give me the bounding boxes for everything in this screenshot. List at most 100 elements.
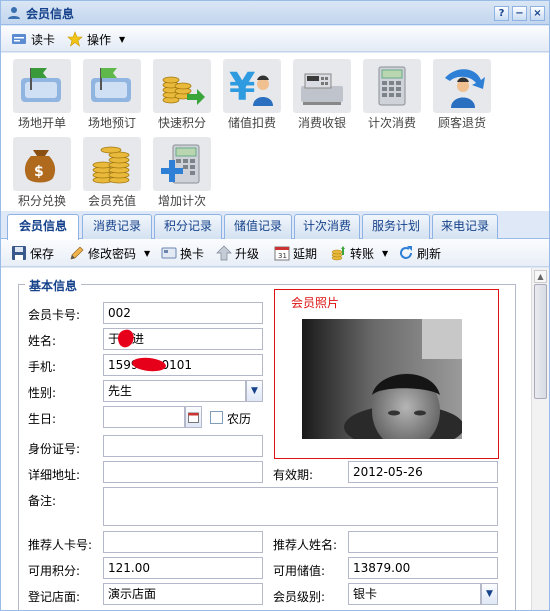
vertical-scrollbar[interactable]: ▲ [531, 268, 549, 610]
calendar-icon [188, 412, 199, 423]
remark-label: 备注: [28, 494, 57, 508]
upgrade-arrow-icon [216, 245, 232, 261]
card-no-input[interactable]: 002 [103, 302, 263, 324]
help-button[interactable]: ? [494, 6, 509, 21]
referrer-name-label: 推荐人姓名: [273, 538, 338, 552]
venue-open-icon [13, 59, 71, 113]
tile-label: 快速积分 [157, 116, 206, 130]
tab-service-plan[interactable]: 服务计划 [362, 214, 430, 239]
referrer-name-input[interactable] [348, 531, 498, 553]
operation-menu[interactable]: 操作 ▼ [67, 30, 125, 48]
coins-icon [331, 246, 345, 261]
tile-member-recharge[interactable]: 会员充值 [79, 133, 145, 211]
read-card-menu[interactable]: 读卡 [11, 30, 55, 48]
id-label: 身份证号: [28, 442, 81, 456]
points-label: 可用积分: [28, 564, 81, 578]
points-exchange-icon: $ [13, 137, 71, 191]
floppy-disk-icon [12, 246, 26, 260]
cash-register-icon [293, 59, 351, 113]
address-input[interactable] [103, 461, 263, 483]
chevron-down-icon: ▼ [119, 34, 126, 44]
transfer-button[interactable]: 转账 ▼ [331, 244, 388, 262]
gender-dropdown-button[interactable]: ▼ [246, 380, 263, 402]
tile-count-consume[interactable]: 计次消费 [359, 55, 425, 133]
pencil-icon [70, 246, 84, 260]
tile-customer-return[interactable]: 顾客退货 [429, 55, 495, 133]
tile-quick-points[interactable]: 快速积分 [149, 55, 215, 133]
save-button[interactable]: 保存 [11, 244, 54, 262]
name-label: 姓名: [28, 334, 57, 348]
birthday-input[interactable] [103, 406, 185, 428]
date-picker-button[interactable] [185, 406, 202, 428]
tile-label: 会员充值 [87, 194, 136, 208]
tile-label: 顾客退货 [437, 116, 486, 130]
tile-label: 场地预订 [87, 116, 136, 130]
tile-cash-register[interactable]: 消费收银 [289, 55, 355, 133]
read-card-label: 读卡 [31, 32, 56, 47]
venue-book-icon [83, 59, 141, 113]
address-label: 详细地址: [28, 468, 81, 482]
svg-text:¥: ¥ [229, 65, 255, 108]
valid-input[interactable]: 2012-05-26 [348, 461, 498, 483]
refresh-button[interactable]: 刷新 [398, 244, 441, 262]
lunar-checkbox[interactable] [210, 411, 223, 424]
operation-label: 操作 [87, 32, 112, 47]
remark-textarea[interactable] [103, 487, 498, 526]
tile-add-count[interactable]: 增加计次 [149, 133, 215, 211]
change-card-button[interactable]: 换卡 [161, 244, 204, 262]
title-bar: 会员信息 ? − × [1, 1, 549, 25]
member-level-dropdown-button[interactable]: ▼ [481, 583, 498, 605]
tile-label: 消费收银 [297, 116, 346, 130]
menu-bar: 读卡 操作 ▼ [1, 26, 549, 52]
extend-button[interactable]: 31 延期 [274, 244, 317, 262]
id-input[interactable] [103, 435, 263, 457]
member-recharge-icon [83, 137, 141, 191]
tab-consumption-records[interactable]: 消费记录 [82, 214, 152, 239]
member-photo-box: 会员照片 [274, 289, 499, 459]
minimize-button[interactable]: − [512, 6, 527, 21]
card-reader-icon [12, 34, 26, 44]
member-form-panel: 基本信息 会员卡号: 002 姓名: 于雅进 手机: 15999990101 性… [1, 268, 531, 610]
points-input[interactable]: 121.00 [103, 557, 263, 579]
tile-venue-open[interactable]: 场地开单 [9, 55, 75, 133]
phone-input[interactable]: 15999990101 [103, 354, 263, 376]
member-level-select[interactable]: 银卡 [348, 583, 481, 605]
svg-text:31: 31 [278, 252, 287, 260]
valid-label: 有效期: [273, 468, 314, 482]
tile-points-exchange[interactable]: $ 积分兑换 [9, 133, 75, 211]
tab-points-records[interactable]: 积分记录 [154, 214, 222, 239]
add-count-icon [153, 137, 211, 191]
stored-value-label: 可用储值: [273, 564, 326, 578]
tile-stored-value-deduct[interactable]: ¥ 储值扣费 [219, 55, 285, 133]
gender-label: 性别: [28, 386, 57, 400]
tab-call-records[interactable]: 来电记录 [432, 214, 498, 239]
customer-return-icon [433, 59, 491, 113]
referrer-card-label: 推荐人卡号: [28, 538, 93, 552]
member-photo[interactable] [302, 319, 462, 439]
tab-stored-value-records[interactable]: 储值记录 [224, 214, 292, 239]
change-password-button[interactable]: 修改密码 ▼ [69, 244, 150, 262]
store-input[interactable]: 演示店面 [103, 583, 263, 605]
upgrade-button[interactable]: 升级 [216, 244, 259, 262]
member-level-label: 会员级别: [273, 590, 326, 604]
calendar-icon: 31 [274, 246, 290, 261]
scroll-thumb[interactable] [534, 284, 547, 399]
close-button[interactable]: × [530, 6, 545, 21]
store-label: 登记店面: [28, 590, 81, 604]
phone-label: 手机: [28, 360, 57, 374]
window-title: 会员信息 [26, 7, 75, 21]
save-label: 保存 [30, 246, 55, 261]
referrer-card-input[interactable] [103, 531, 263, 553]
scroll-up-arrow-icon[interactable]: ▲ [534, 270, 547, 283]
card-icon [161, 247, 177, 259]
gender-select[interactable]: 先生 [103, 380, 246, 402]
tab-strip: 会员信息 消费记录 积分记录 储值记录 计次消费 服务计划 来电记录 [1, 211, 549, 240]
tile-label: 储值扣费 [227, 116, 276, 130]
chevron-down-icon: ▼ [382, 248, 389, 258]
tab-member-info[interactable]: 会员信息 [7, 214, 79, 240]
stored-value-input[interactable]: 13879.00 [348, 557, 498, 579]
tile-label: 增加计次 [157, 194, 206, 208]
basic-info-legend: 基本信息 [25, 277, 82, 294]
tab-count-consumption[interactable]: 计次消费 [294, 214, 360, 239]
tile-venue-book[interactable]: 场地预订 [79, 55, 145, 133]
